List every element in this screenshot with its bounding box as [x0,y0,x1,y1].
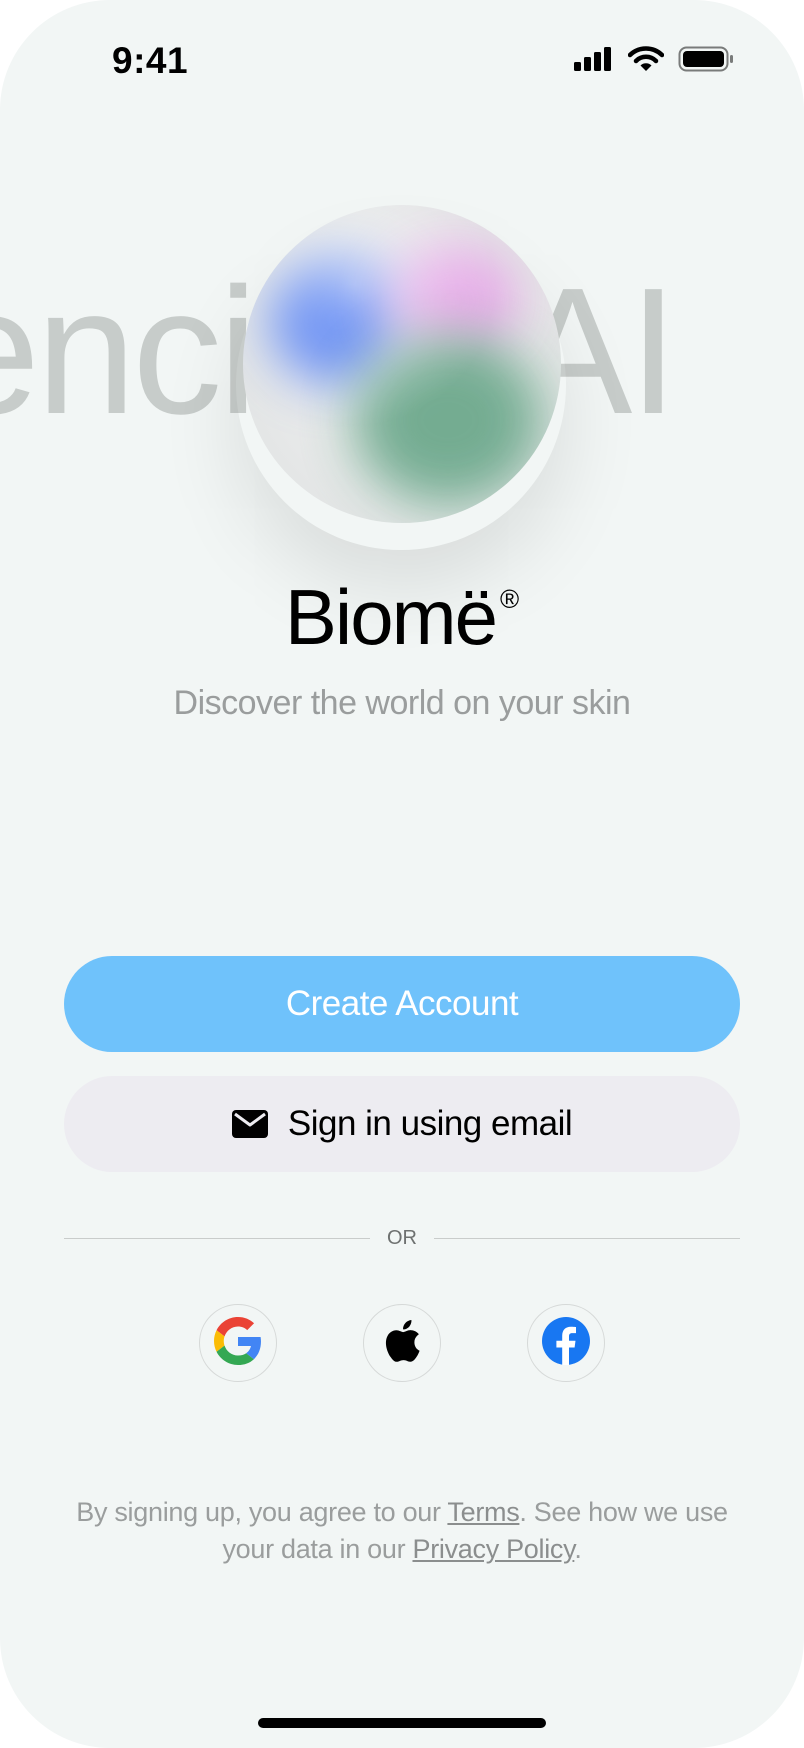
privacy-policy-link[interactable]: Privacy Policy [412,1534,574,1564]
brand-name: Biomë [284,573,498,661]
sign-in-email-label: Sign in using email [287,1104,573,1143]
status-icons [574,46,734,77]
mail-icon [231,1110,268,1138]
or-separator: OR [387,1227,417,1249]
home-indicator[interactable] [258,1718,546,1728]
divider-right [434,1238,740,1239]
facebook-sign-in-button[interactable] [527,1304,605,1382]
tagline: Discover the world on your skin [173,684,631,722]
brand-orb [243,205,561,523]
brand-logo: Biomë ® [0,572,804,663]
create-account-label: Create Account [285,984,519,1023]
terms-link[interactable]: Terms [447,1497,519,1527]
phone-screen: 9:41 enci → AI [0,0,804,1748]
status-time: 9:41 [112,40,189,81]
cellular-signal-icon [574,47,614,76]
apple-sign-in-button[interactable] [363,1304,441,1382]
google-icon [214,1316,262,1370]
legal-suffix: . [574,1534,582,1564]
apple-icon [383,1319,421,1368]
create-account-button[interactable]: Create Account [64,956,740,1052]
google-sign-in-button[interactable] [199,1304,277,1382]
wifi-icon [627,46,665,77]
battery-icon [678,46,734,77]
legal-prefix: By signing up, you agree to our [76,1497,448,1527]
legal-notice: By signing up, you agree to our Terms. S… [60,1494,744,1568]
sign-in-email-button[interactable]: Sign in using email [64,1076,740,1172]
facebook-icon [542,1316,590,1370]
registered-mark: ® [499,584,520,614]
divider-left [64,1238,370,1239]
